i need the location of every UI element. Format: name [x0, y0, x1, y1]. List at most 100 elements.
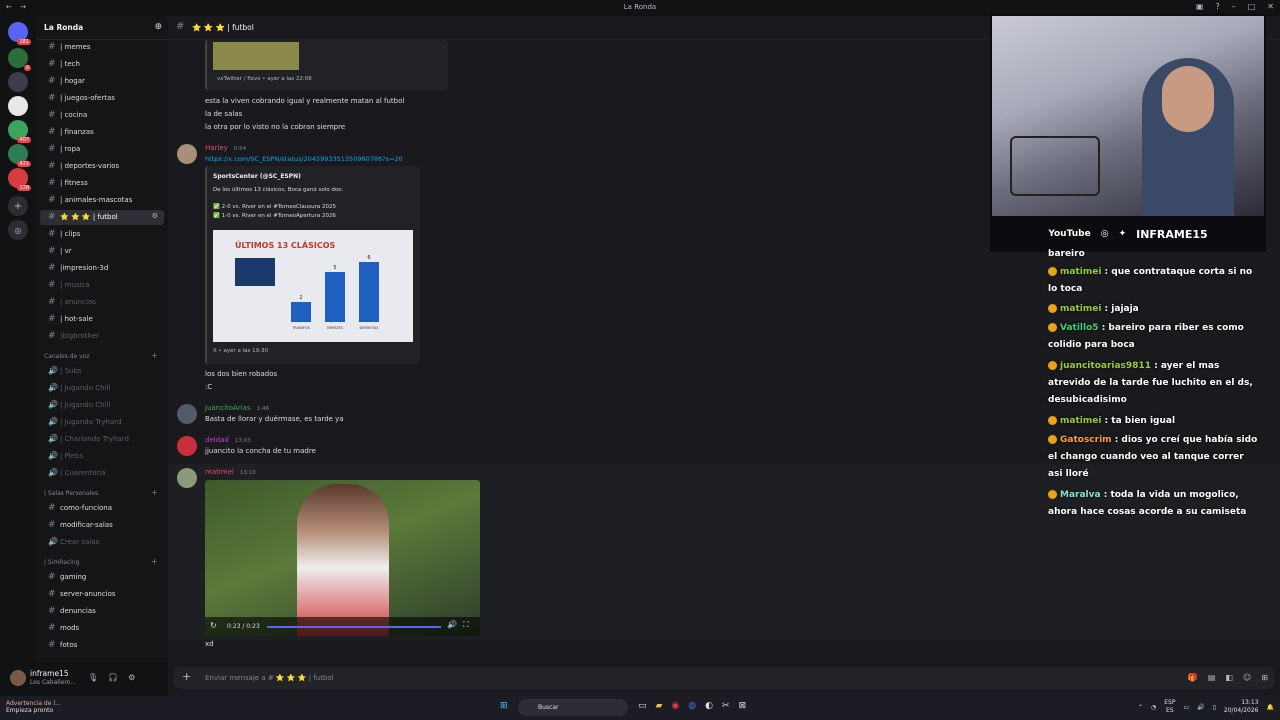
- message-link[interactable]: https://x.com/SC_ESPN/status/20459933513…: [205, 155, 403, 163]
- author-name[interactable]: Harley: [205, 144, 228, 152]
- tweet-author[interactable]: SportsCenter (@SC_ESPN): [213, 173, 301, 180]
- server-icon-4[interactable]: 407: [8, 120, 31, 143]
- gif-icon[interactable]: ▤: [1208, 673, 1216, 682]
- steam-icon[interactable]: ◐: [705, 701, 713, 711]
- sticker-icon[interactable]: ◧: [1225, 673, 1233, 682]
- notification[interactable]: Advertencia de l... Empieza pronto: [6, 700, 61, 714]
- server-header[interactable]: La Ronda ⊕: [36, 16, 168, 40]
- battery-icon[interactable]: ▯: [1213, 704, 1216, 711]
- author-deidad[interactable]: deidad 13:03: [205, 436, 251, 444]
- simracing-item-0[interactable]: # gaming: [40, 570, 164, 585]
- avatar-juancito[interactable]: [177, 404, 197, 424]
- server-icon-6[interactable]: 128: [8, 168, 31, 191]
- add-channel-icon[interactable]: +: [151, 488, 158, 497]
- avatar-matimei[interactable]: [177, 468, 197, 488]
- chrome-icon[interactable]: ◉: [671, 701, 679, 711]
- composer-placeholder[interactable]: Enviar mensaje a # ⭐ ⭐ ⭐ | futbol: [205, 674, 334, 682]
- app-icon[interactable]: ⊠: [739, 701, 747, 711]
- tweet-chart-image[interactable]: ÚLTIMOS 13 CLÁSICOS 2 TRIUNFOS 5 EMPATES 6 DER…: [213, 230, 413, 342]
- add-member-icon[interactable]: ⊕: [154, 22, 162, 32]
- maximize-icon[interactable]: □: [1248, 2, 1256, 11]
- gift-icon[interactable]: 🎁: [1188, 673, 1198, 682]
- author-name[interactable]: JuancitoArias: [205, 404, 251, 412]
- author-juancito[interactable]: JuancitoArias 1:46: [205, 404, 269, 412]
- task-view-icon[interactable]: ▭: [638, 701, 647, 711]
- salas-item-1[interactable]: # modificar-salas: [40, 518, 164, 533]
- channel-item-5[interactable]: # | finanzas: [40, 125, 164, 140]
- user-avatar[interactable]: [10, 670, 26, 686]
- tweet-embed[interactable]: SportsCenter (@SC_ESPN) De los últimos 1…: [205, 166, 420, 364]
- channel-item-14[interactable]: # | musica: [40, 278, 164, 293]
- channel-item-10[interactable]: # ⭐ ⭐ ⭐ | futbol ⚙: [40, 210, 164, 225]
- channel-item-17[interactable]: # |bigbrother: [40, 329, 164, 344]
- fullscreen-icon[interactable]: ⛶: [463, 620, 469, 630]
- clock[interactable]: 13:13 20/04/2026: [1224, 699, 1259, 715]
- embed-thumbnail[interactable]: [213, 42, 299, 70]
- simracing-item-2[interactable]: # denuncias: [40, 604, 164, 619]
- server-icon-2[interactable]: [8, 72, 28, 92]
- voice-channel-6[interactable]: 🔊 | Cuarentena: [40, 466, 164, 481]
- author-name[interactable]: matimei: [205, 468, 234, 476]
- discord-icon[interactable]: ◍: [688, 701, 696, 711]
- avatar-deidad[interactable]: [177, 436, 197, 456]
- channel-item-2[interactable]: # | hogar: [40, 74, 164, 89]
- voice-channel-1[interactable]: 🔊 | Jugando Chill: [40, 381, 164, 396]
- channel-item-15[interactable]: # | anuncios: [40, 295, 164, 310]
- emoji-icon[interactable]: ☺: [1243, 673, 1251, 682]
- server-icon-3[interactable]: [8, 96, 28, 116]
- headset-icon[interactable]: 🎧: [108, 673, 118, 682]
- author-matimei[interactable]: matimei 13:10: [205, 468, 256, 476]
- channel-item-7[interactable]: # | deportes-varios: [40, 159, 164, 174]
- author-harley[interactable]: Harley 0:54: [205, 144, 246, 152]
- add-channel-icon[interactable]: +: [151, 351, 158, 360]
- volume-icon[interactable]: 🔊: [447, 620, 457, 629]
- channel-item-6[interactable]: # | ropa: [40, 142, 164, 157]
- capcut-icon[interactable]: ✂: [722, 701, 730, 711]
- voice-channel-3[interactable]: 🔊 | Jugando Tryhard: [40, 415, 164, 430]
- simracing-item-4[interactable]: # fotos: [40, 638, 164, 653]
- tray-app-icon[interactable]: ◔: [1151, 704, 1156, 711]
- channel-item-16[interactable]: # | hot-sale: [40, 312, 164, 327]
- channel-settings-icon[interactable]: ⚙: [152, 212, 158, 220]
- salas-category[interactable]: | Salas Personales +: [44, 488, 158, 497]
- channel-item-9[interactable]: # | animales-mascotas: [40, 193, 164, 208]
- mic-icon[interactable]: 🎙: [88, 673, 98, 682]
- volume-tray-icon[interactable]: 🔊: [1197, 704, 1204, 711]
- channel-item-4[interactable]: # | cocina: [40, 108, 164, 123]
- taskbar-search[interactable]: Buscar: [518, 699, 628, 716]
- tray-chevron-icon[interactable]: ⌃: [1138, 704, 1143, 711]
- server-icon-0[interactable]: 181: [8, 22, 31, 45]
- settings-gear-icon[interactable]: ⚙: [128, 673, 135, 682]
- server-icon-1[interactable]: 9: [8, 48, 31, 71]
- channel-item-12[interactable]: # | vr: [40, 244, 164, 259]
- voice-channel-4[interactable]: 🔊 | Charlando Tryhard: [40, 432, 164, 447]
- simracing-category[interactable]: | SimRacing +: [44, 557, 158, 566]
- voice-channel-0[interactable]: 🔊 | Subs: [40, 364, 164, 379]
- voice-channel-5[interactable]: 🔊 | Plebs: [40, 449, 164, 464]
- salas-item-0[interactable]: # como-funciona: [40, 501, 164, 516]
- add-server-icon[interactable]: +: [8, 196, 28, 216]
- author-name[interactable]: deidad: [205, 436, 229, 444]
- message-composer[interactable]: + Enviar mensaje a # ⭐ ⭐ ⭐ | futbol 🎁 ▤ …: [174, 667, 1274, 689]
- attach-plus-icon[interactable]: +: [182, 670, 191, 683]
- windows-start-icon[interactable]: ⊞: [500, 701, 508, 711]
- discover-icon[interactable]: ◎: [8, 220, 28, 240]
- apps-icon[interactable]: ⊞: [1261, 673, 1268, 682]
- channel-item-0[interactable]: # | memes: [40, 40, 164, 55]
- salas-item-2[interactable]: 🔊 Crear salas: [40, 535, 164, 550]
- inbox-icon[interactable]: ▣: [1196, 2, 1204, 11]
- video-player[interactable]: ↻ 0:23 / 0:23 🔊 ⛶: [205, 480, 480, 636]
- avatar-harley[interactable]: [177, 144, 197, 164]
- video-progress[interactable]: [267, 626, 441, 628]
- voice-category[interactable]: Canales de voz +: [44, 351, 158, 360]
- help-icon[interactable]: ?: [1215, 2, 1219, 11]
- channel-item-1[interactable]: # | tech: [40, 57, 164, 72]
- simracing-item-1[interactable]: # server-anuncios: [40, 587, 164, 602]
- lang-indicator[interactable]: ESP ES: [1164, 699, 1175, 715]
- server-icon-5[interactable]: 421: [8, 144, 31, 167]
- minimize-icon[interactable]: –: [1232, 2, 1236, 11]
- channel-item-13[interactable]: # |impresion-3d: [40, 261, 164, 276]
- channel-item-11[interactable]: # | clips: [40, 227, 164, 242]
- network-icon[interactable]: ▭: [1183, 704, 1189, 711]
- notification-bell-icon[interactable]: 🔔: [1267, 704, 1274, 711]
